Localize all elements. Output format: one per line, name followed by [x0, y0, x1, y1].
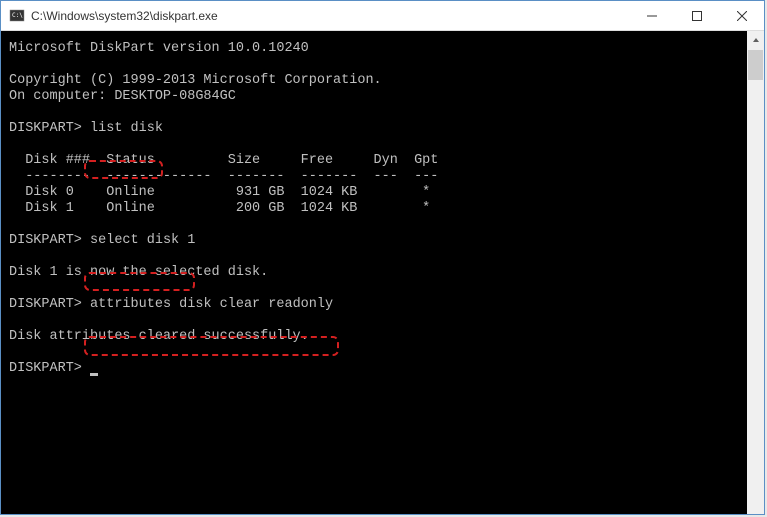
terminal-area: Microsoft DiskPart version 10.0.10240 Co…	[1, 31, 764, 514]
text-line: Disk 1 is now the selected disk.	[9, 265, 268, 280]
scroll-thumb[interactable]	[748, 50, 763, 80]
text-line: Disk attributes cleared successfully.	[9, 329, 309, 344]
diskpart-window: C:\ C:\Windows\system32\diskpart.exe Mic…	[0, 0, 765, 515]
table-separator: -------- ------------- ------- ------- -…	[9, 169, 438, 184]
command: select disk 1	[90, 233, 195, 248]
text-line: Microsoft DiskPart version 10.0.10240	[9, 41, 309, 56]
maximize-button[interactable]	[674, 1, 719, 30]
terminal-output[interactable]: Microsoft DiskPart version 10.0.10240 Co…	[1, 31, 747, 514]
window-controls	[629, 1, 764, 30]
table-row: Disk 0 Online 931 GB 1024 KB *	[9, 185, 430, 200]
table-row: Disk 1 Online 200 GB 1024 KB *	[9, 201, 430, 216]
text-line: On computer: DESKTOP-08G84GC	[9, 89, 236, 104]
text-line: Copyright (C) 1999-2013 Microsoft Corpor…	[9, 73, 382, 88]
scroll-up-button[interactable]	[747, 31, 764, 48]
svg-text:C:\: C:\	[12, 12, 23, 19]
table-header: Disk ### Status Size Free Dyn Gpt	[9, 153, 438, 168]
command: attributes disk clear readonly	[90, 297, 333, 312]
prompt: DISKPART>	[9, 121, 82, 136]
minimize-button[interactable]	[629, 1, 674, 30]
cursor	[90, 373, 98, 376]
prompt: DISKPART>	[9, 233, 82, 248]
prompt: DISKPART>	[9, 297, 82, 312]
window-titlebar[interactable]: C:\ C:\Windows\system32\diskpart.exe	[1, 1, 764, 31]
close-button[interactable]	[719, 1, 764, 30]
command: list disk	[90, 121, 163, 136]
app-icon: C:\	[9, 8, 25, 24]
vertical-scrollbar[interactable]	[747, 31, 764, 514]
window-title: C:\Windows\system32\diskpart.exe	[31, 9, 629, 23]
prompt: DISKPART>	[9, 361, 82, 376]
